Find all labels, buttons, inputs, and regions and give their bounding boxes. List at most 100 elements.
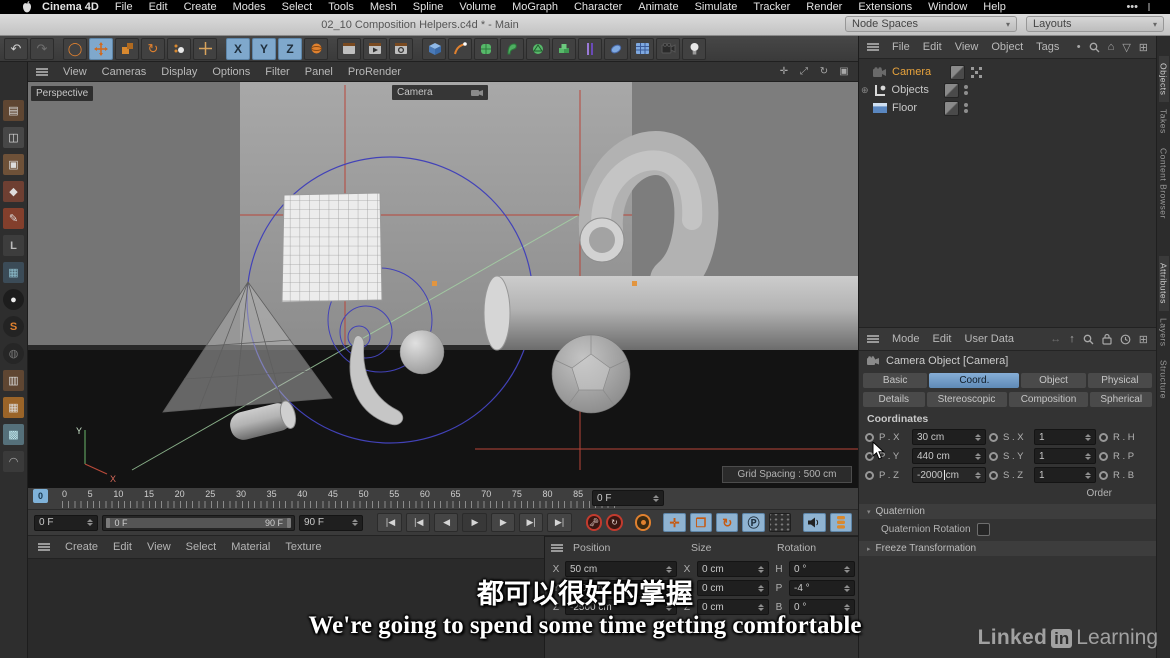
spline-pen-button[interactable] — [448, 38, 472, 60]
vp-menu-prorender[interactable]: ProRender — [348, 66, 401, 78]
side-tab-content-browser[interactable]: Content Browser — [1159, 141, 1169, 226]
quaternion-section-header[interactable]: ▾ Quaternion — [859, 504, 1156, 519]
vp-maximize-icon[interactable]: ▣ — [838, 66, 850, 78]
order-label[interactable]: Order — [859, 485, 1156, 501]
am-menu-edit[interactable]: Edit — [933, 333, 952, 345]
menu-overflow-icon[interactable]: ••• — [1126, 1, 1138, 13]
filter-icon[interactable]: ▽ — [1122, 41, 1130, 54]
tab-basic[interactable]: Basic — [863, 373, 927, 388]
mat-menu-create[interactable]: Create — [65, 541, 98, 553]
object-row-camera[interactable]: Camera — [859, 63, 1170, 81]
menu-create[interactable]: Create — [184, 1, 217, 13]
goto-end-button[interactable]: ▶∣ — [547, 513, 571, 532]
keyframe-circle[interactable] — [1099, 471, 1108, 480]
mat-menu-edit[interactable]: Edit — [113, 541, 132, 553]
record-rotation-toggle[interactable]: ↻ — [716, 513, 738, 532]
side-tab-takes[interactable]: Takes — [1159, 102, 1169, 141]
visibility-dots[interactable] — [964, 103, 968, 113]
preview-range-slider[interactable]: 0 F 90 F — [102, 515, 295, 531]
record-parameter-toggle[interactable]: Ⓟ — [742, 513, 764, 532]
home-icon[interactable]: ⌂ — [1108, 41, 1115, 53]
current-frame-field[interactable]: 0 F — [34, 515, 98, 531]
deformer-button[interactable] — [500, 38, 524, 60]
left-tool-icon-12[interactable]: ▦ — [3, 397, 24, 418]
vp-menu-cameras[interactable]: Cameras — [102, 66, 147, 78]
left-tool-icon-7[interactable]: ▦ — [3, 262, 24, 283]
last-tool-button[interactable] — [193, 38, 217, 60]
rotate-tool[interactable]: ↻ — [141, 38, 165, 60]
tab-coord[interactable]: Coord. — [929, 373, 1019, 388]
menu-mograph[interactable]: MoGraph — [512, 1, 558, 13]
menu-mesh[interactable]: Mesh — [370, 1, 397, 13]
left-tool-icon-8[interactable]: ● — [3, 289, 24, 310]
visibility-dots[interactable] — [964, 85, 968, 95]
expand-icon[interactable]: ⊕ — [861, 85, 869, 96]
volume-builder-button[interactable] — [526, 38, 550, 60]
object-row-objects[interactable]: ⊕ Objects — [859, 81, 1158, 99]
apple-menu-icon[interactable] — [22, 1, 32, 13]
object-name[interactable]: Floor — [892, 102, 917, 114]
end-frame-field[interactable]: 90 F — [299, 515, 363, 531]
search-icon[interactable] — [1089, 42, 1100, 53]
record-position-toggle[interactable]: ✛ — [663, 513, 685, 532]
playhead[interactable]: 0 — [33, 489, 48, 503]
primitive-cube-button[interactable] — [422, 38, 446, 60]
layouts-dropdown[interactable]: Layouts▾ — [1026, 16, 1164, 32]
om-menu-view[interactable]: View — [955, 41, 979, 53]
node-spaces-dropdown[interactable]: Node Spaces▾ — [845, 16, 1017, 32]
viewport-hamburger-icon[interactable] — [36, 68, 48, 76]
move-tool[interactable] — [89, 38, 113, 60]
vp-menu-options[interactable]: Options — [212, 66, 250, 78]
coord-hamburger-icon[interactable] — [551, 544, 563, 552]
mat-menu-material[interactable]: Material — [231, 541, 270, 553]
left-tool-icon-4[interactable]: ◆ — [3, 181, 24, 202]
camera-hud-label[interactable]: Camera — [392, 85, 488, 100]
keyframe-circle[interactable] — [865, 471, 874, 480]
up-arrow-icon[interactable]: ↑ — [1069, 333, 1075, 345]
spline-primitive-button[interactable] — [604, 38, 628, 60]
add-box-icon[interactable]: ⊞ — [1139, 41, 1148, 54]
clock-icon[interactable] — [1120, 334, 1131, 345]
goto-start-button[interactable]: ∣◀ — [377, 513, 401, 532]
keyframe-circle[interactable] — [989, 452, 998, 461]
tab-physical[interactable]: Physical — [1088, 373, 1152, 388]
menu-render[interactable]: Render — [806, 1, 842, 13]
prev-key-button[interactable]: ∣◀ — [406, 513, 430, 532]
menu-tools[interactable]: Tools — [328, 1, 354, 13]
layer-toggle[interactable] — [944, 83, 959, 98]
focus-point-left[interactable] — [432, 281, 437, 286]
vp-menu-panel[interactable]: Panel — [305, 66, 333, 78]
cylinder-object[interactable] — [484, 276, 858, 350]
axis-x-lock-button[interactable]: X — [226, 38, 250, 60]
px-field[interactable]: 30 cm — [912, 429, 986, 445]
left-tool-icon-1[interactable]: ▤ — [3, 100, 24, 121]
layer-toggle[interactable] — [950, 65, 965, 80]
lock-icon[interactable] — [1102, 333, 1112, 345]
menu-animate[interactable]: Animate — [638, 1, 678, 13]
coordinates-section-header[interactable]: Coordinates — [859, 409, 1156, 427]
left-tool-icon-9[interactable]: S — [3, 316, 24, 337]
prev-frame-button[interactable]: ◀ — [434, 513, 458, 532]
freeze-section-header[interactable]: ▸ Freeze Transformation — [859, 541, 1156, 556]
autokey-button[interactable]: ↻ — [606, 514, 623, 531]
grid-plane-object[interactable] — [282, 193, 382, 302]
left-tool-icon-5[interactable]: ✎ — [3, 208, 24, 229]
tab-spherical[interactable]: Spherical — [1090, 392, 1152, 407]
field-button[interactable] — [630, 38, 654, 60]
left-tool-icon-14[interactable]: ◠ — [3, 451, 24, 472]
vp-menu-view[interactable]: View — [63, 66, 87, 78]
vp-menu-display[interactable]: Display — [161, 66, 197, 78]
sy-field[interactable]: 1 — [1034, 448, 1096, 464]
active-camera-toggle-icon[interactable] — [970, 66, 983, 79]
menu-edit[interactable]: Edit — [149, 1, 168, 13]
sphere-object[interactable] — [400, 330, 444, 374]
menu-character[interactable]: Character — [574, 1, 622, 13]
mat-menu-texture[interactable]: Texture — [285, 541, 321, 553]
layer-toggle[interactable] — [944, 101, 959, 116]
scale-tool[interactable] — [115, 38, 139, 60]
side-tab-objects[interactable]: Objects — [1159, 56, 1169, 102]
tab-composition[interactable]: Composition — [1009, 392, 1089, 407]
sound-keyframe-toggle[interactable] — [830, 513, 852, 532]
app-menu[interactable]: Cinema 4D — [42, 1, 99, 13]
frame-display-field[interactable]: 0 F — [592, 490, 664, 506]
